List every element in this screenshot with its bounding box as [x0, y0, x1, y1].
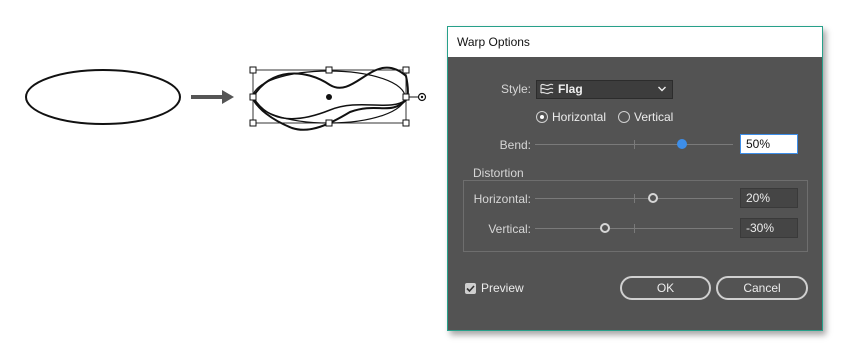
arrow-icon — [191, 90, 234, 104]
bend-label: Bend: — [499, 138, 531, 152]
preview-label[interactable]: Preview — [481, 281, 524, 295]
preview-checkbox[interactable] — [465, 283, 476, 294]
chevron-down-icon — [658, 86, 666, 92]
bend-value-input[interactable]: 50% — [740, 134, 798, 154]
cancel-button[interactable]: Cancel — [716, 276, 808, 300]
warp-options-dialog: Warp Options Style: Flag Horizontal Vert… — [447, 26, 823, 331]
vertical-radio[interactable] — [618, 111, 630, 123]
flag-warp-icon — [540, 83, 554, 95]
original-ellipse — [25, 69, 181, 125]
distortion-horizontal-center-tick — [634, 194, 635, 203]
distortion-horizontal-label: Horizontal: — [473, 192, 531, 206]
vertical-radio-label[interactable]: Vertical — [634, 110, 673, 124]
distortion-vertical-input[interactable]: -30% — [740, 218, 798, 238]
bend-slider-center-tick — [634, 140, 635, 149]
style-value: Flag — [558, 82, 583, 96]
warped-ellipse — [249, 66, 427, 131]
distortion-vertical-label: Vertical: — [488, 222, 531, 236]
distortion-horizontal-slider-knob[interactable] — [648, 193, 658, 203]
style-dropdown[interactable]: Flag — [536, 80, 673, 99]
distortion-group-label: Distortion — [473, 166, 524, 180]
ok-button[interactable]: OK — [620, 276, 711, 300]
style-label: Style: — [500, 82, 531, 96]
distortion-vertical-center-tick — [634, 224, 635, 233]
dialog-title: Warp Options — [457, 35, 530, 49]
warp-illustration — [25, 66, 427, 131]
distortion-vertical-slider-knob[interactable] — [600, 223, 610, 233]
checkmark-icon — [466, 285, 475, 293]
dialog-title-bar: Warp Options — [448, 27, 822, 57]
horizontal-radio-label[interactable]: Horizontal — [552, 110, 606, 124]
horizontal-radio[interactable] — [536, 111, 548, 123]
distortion-horizontal-input[interactable]: 20% — [740, 188, 798, 208]
bend-slider-knob[interactable] — [677, 139, 687, 149]
